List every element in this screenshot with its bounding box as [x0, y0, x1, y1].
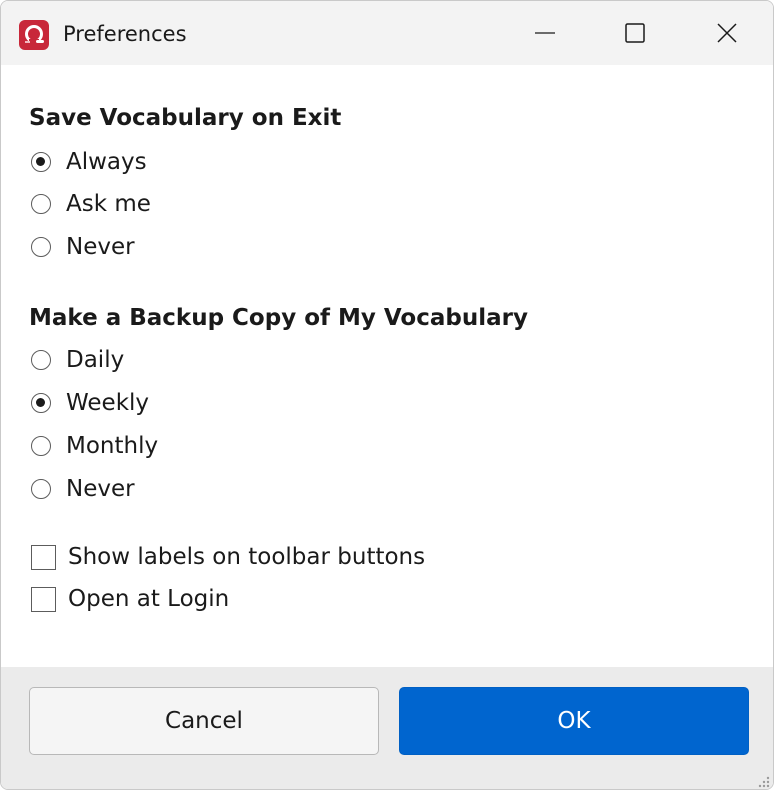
radio-circle[interactable] — [31, 194, 51, 214]
radio-circle[interactable] — [31, 393, 51, 413]
resize-grip-icon[interactable] — [754, 772, 770, 788]
radio-label: Ask me — [66, 191, 151, 217]
radio-save-never[interactable]: Never — [31, 232, 135, 262]
radio-circle[interactable] — [31, 350, 51, 370]
checkbox-label: Show labels on toolbar buttons — [68, 544, 426, 570]
ok-button[interactable]: OK — [399, 687, 749, 755]
radio-label: Monthly — [66, 433, 159, 459]
preferences-window: Preferences Save Vocabulary on Exit Alwa… — [0, 0, 774, 790]
title-bar: Preferences — [1, 1, 773, 65]
radio-circle[interactable] — [31, 237, 51, 257]
radio-backup-monthly[interactable]: Monthly — [31, 431, 158, 461]
save-vocabulary-heading: Save Vocabulary on Exit — [29, 105, 342, 131]
radio-circle[interactable] — [31, 436, 51, 456]
checkbox-box[interactable] — [31, 586, 56, 612]
checkbox-show-toolbar-labels[interactable]: Show labels on toolbar buttons — [31, 542, 425, 572]
radio-backup-never[interactable]: Never — [31, 474, 135, 504]
minimize-icon — [535, 32, 555, 34]
preferences-content: Save Vocabulary on Exit Always Ask me Ne… — [1, 65, 773, 667]
checkbox-open-at-login[interactable]: Open at Login — [31, 584, 229, 614]
radio-label: Always — [66, 149, 147, 175]
radio-backup-weekly[interactable]: Weekly — [31, 388, 149, 418]
backup-heading: Make a Backup Copy of My Vocabulary — [29, 305, 528, 331]
minimize-button[interactable] — [499, 1, 591, 65]
radio-label: Daily — [66, 347, 125, 373]
app-logo-icon — [19, 20, 49, 50]
radio-label: Weekly — [66, 390, 150, 416]
radio-backup-daily[interactable]: Daily — [31, 345, 124, 375]
radio-label: Never — [66, 234, 135, 260]
radio-circle[interactable] — [31, 479, 51, 499]
dialog-footer: Cancel OK — [1, 667, 773, 789]
radio-circle[interactable] — [31, 152, 51, 172]
cancel-button[interactable]: Cancel — [29, 687, 379, 755]
radio-save-ask-me[interactable]: Ask me — [31, 189, 151, 219]
maximize-icon — [625, 23, 645, 43]
close-button[interactable] — [681, 1, 773, 65]
checkbox-label: Open at Login — [68, 586, 230, 612]
close-icon — [717, 23, 737, 43]
maximize-button[interactable] — [589, 1, 681, 65]
radio-label: Never — [66, 476, 135, 502]
checkbox-box[interactable] — [31, 544, 56, 570]
window-title: Preferences — [63, 22, 187, 46]
radio-save-always[interactable]: Always — [31, 147, 147, 177]
